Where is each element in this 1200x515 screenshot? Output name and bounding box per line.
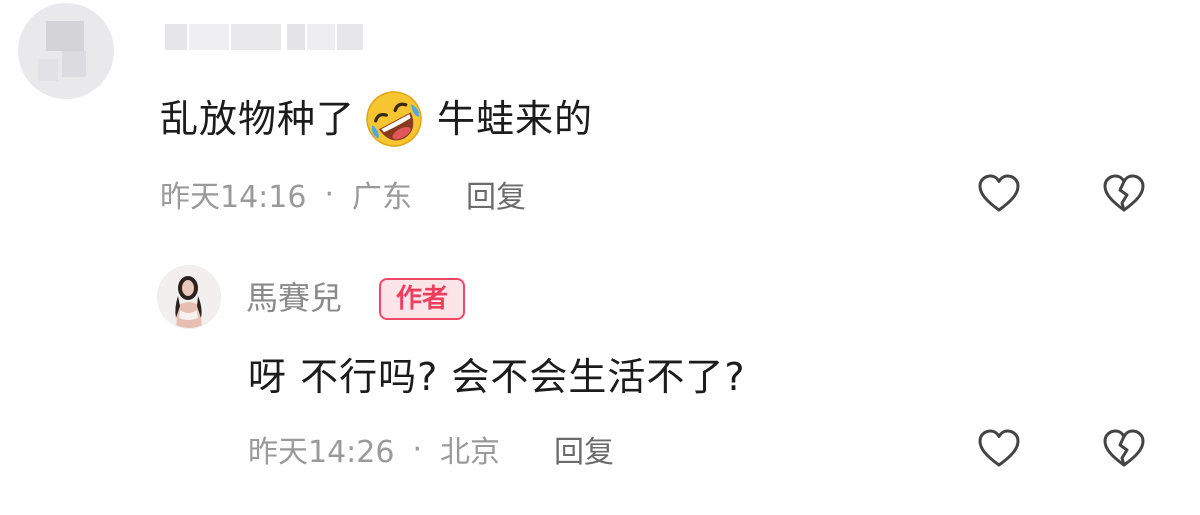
author-avatar[interactable] [157, 265, 221, 329]
comment-time: 昨天14:16 [160, 180, 307, 215]
comment-meta: 昨天14:16 · 广东 回复 [160, 170, 526, 218]
reply-button[interactable]: 回复 [554, 427, 614, 471]
reply-meta: 昨天14:26 · 北京 回复 [248, 425, 614, 473]
comment-location: 广东 [352, 180, 413, 215]
reply-location: 北京 [440, 435, 501, 470]
author-username[interactable]: 馬賽兒 [246, 278, 342, 318]
broken-heart-icon[interactable] [1100, 170, 1148, 218]
rolling-on-floor-laughing-emoji-icon [363, 88, 425, 150]
comment-text-part-2: 牛蛙来的 [437, 97, 594, 141]
meta-separator: · [412, 431, 423, 467]
heart-icon[interactable] [975, 425, 1023, 473]
commenter-avatar[interactable] [18, 3, 114, 99]
meta-separator: · [324, 176, 335, 212]
comment-text-part-1: 乱放物种了 [160, 97, 356, 141]
reply-time: 昨天14:26 [248, 435, 395, 470]
author-badge: 作者 [379, 278, 465, 320]
reply-button[interactable]: 回复 [466, 172, 526, 216]
reply-text: 呀 不行吗? 会不会生活不了? [248, 355, 746, 399]
broken-heart-icon[interactable] [1100, 425, 1148, 473]
comment-text: 乱放物种了 牛蛙来的 [160, 88, 593, 150]
commenter-name-blurred[interactable] [165, 24, 365, 50]
heart-icon[interactable] [975, 170, 1023, 218]
